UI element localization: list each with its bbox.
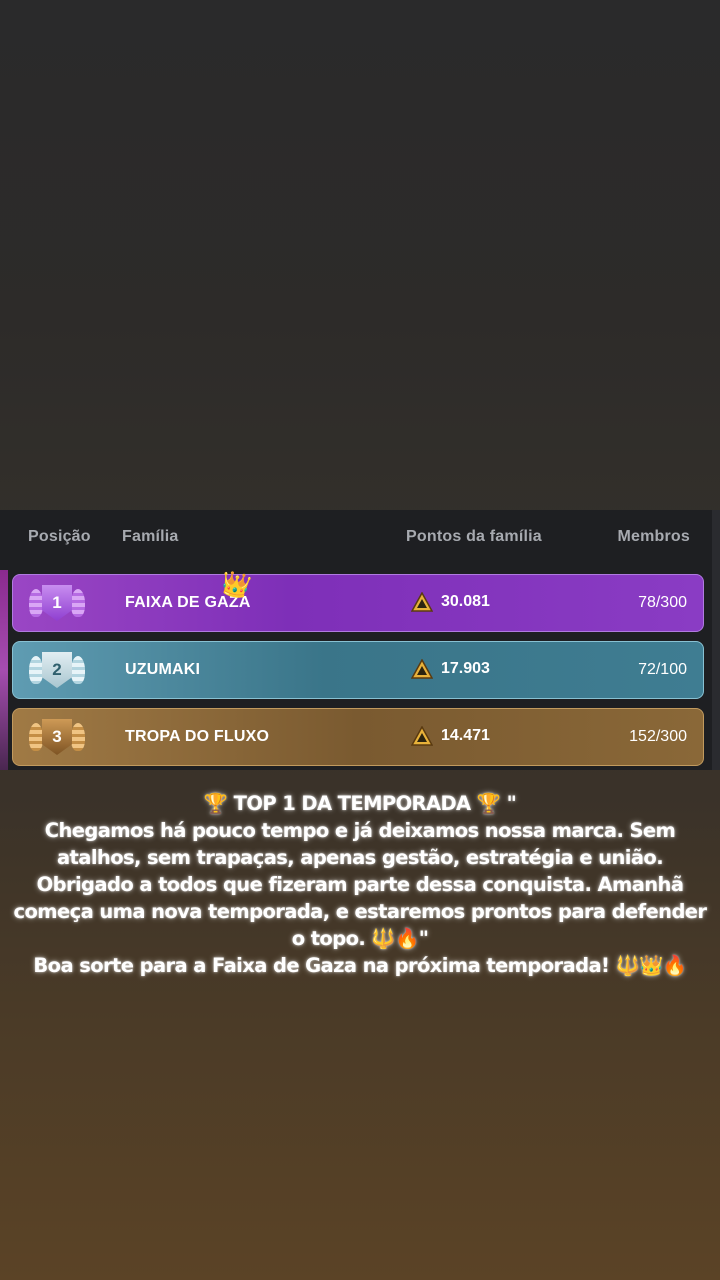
rank-number: 1 — [42, 585, 72, 621]
rank-number: 2 — [42, 652, 72, 688]
badge-wing-left — [29, 723, 43, 751]
family-name: UZUMAKI — [125, 661, 201, 678]
caption-line: Obrigado a todos que fizeram parte dessa… — [36, 873, 684, 896]
family-name: TROPA DO FLUXO — [125, 728, 270, 745]
header-members: Membros — [617, 528, 690, 545]
points-triangle-icon — [411, 592, 433, 612]
rank-badge-bronze: 3 — [29, 717, 85, 761]
caption-line: atalhos, sem trapaças, apenas gestão, es… — [56, 846, 664, 869]
family-points: 17.903 — [411, 659, 490, 679]
story-caption: 🏆 TOP 1 DA TEMPORADA 🏆 " Chegamos há pou… — [0, 790, 720, 979]
crown-icon: 👑 — [218, 568, 254, 602]
header-points: Pontos da família — [406, 528, 542, 545]
caption-line: Chegamos há pouco tempo e já deixamos no… — [44, 819, 676, 842]
caption-line: começa uma nova temporada, e estaremos p… — [13, 900, 708, 923]
caption-line: o topo. 🔱🔥" — [291, 927, 429, 950]
leaderboard-row-2[interactable]: 2 UZUMAKI 17.903 72/100 — [12, 641, 704, 699]
points-value: 17.903 — [441, 660, 490, 677]
family-leaderboard-screenshot: Posição Família Pontos da família Membro… — [0, 510, 720, 770]
rank-badge-gold-purple: 1 — [29, 583, 85, 627]
points-value: 30.081 — [441, 593, 490, 610]
badge-wing-left — [29, 656, 43, 684]
badge-wing-right — [71, 723, 85, 751]
rank-badge-silver: 2 — [29, 650, 85, 694]
family-points: 14.471 — [411, 726, 490, 746]
points-triangle-icon — [411, 726, 433, 746]
badge-wing-right — [71, 589, 85, 617]
points-value: 14.471 — [441, 727, 490, 744]
members-count: 78/300 — [638, 594, 687, 611]
points-triangle-icon — [411, 659, 433, 679]
members-count: 72/100 — [638, 661, 687, 678]
panel-left-edge — [0, 570, 8, 770]
leaderboard-row-1[interactable]: 1 FAIXA DE GAZA 👑 30.081 78/300 — [12, 568, 704, 632]
leaderboard-row-3[interactable]: 3 TROPA DO FLUXO 14.471 152/300 — [12, 708, 704, 766]
header-position: Posição — [28, 528, 91, 545]
caption-line: Boa sorte para a Faixa de Gaza na próxim… — [33, 954, 687, 977]
family-points: 30.081 — [411, 592, 490, 612]
members-count: 152/300 — [629, 728, 687, 745]
header-family: Família — [122, 528, 179, 545]
leaderboard-header: Posição Família Pontos da família Membro… — [0, 510, 720, 566]
badge-wing-left — [29, 589, 43, 617]
caption-line: 🏆 TOP 1 DA TEMPORADA 🏆 " — [203, 792, 517, 815]
rank-number: 3 — [42, 719, 72, 755]
badge-wing-right — [71, 656, 85, 684]
